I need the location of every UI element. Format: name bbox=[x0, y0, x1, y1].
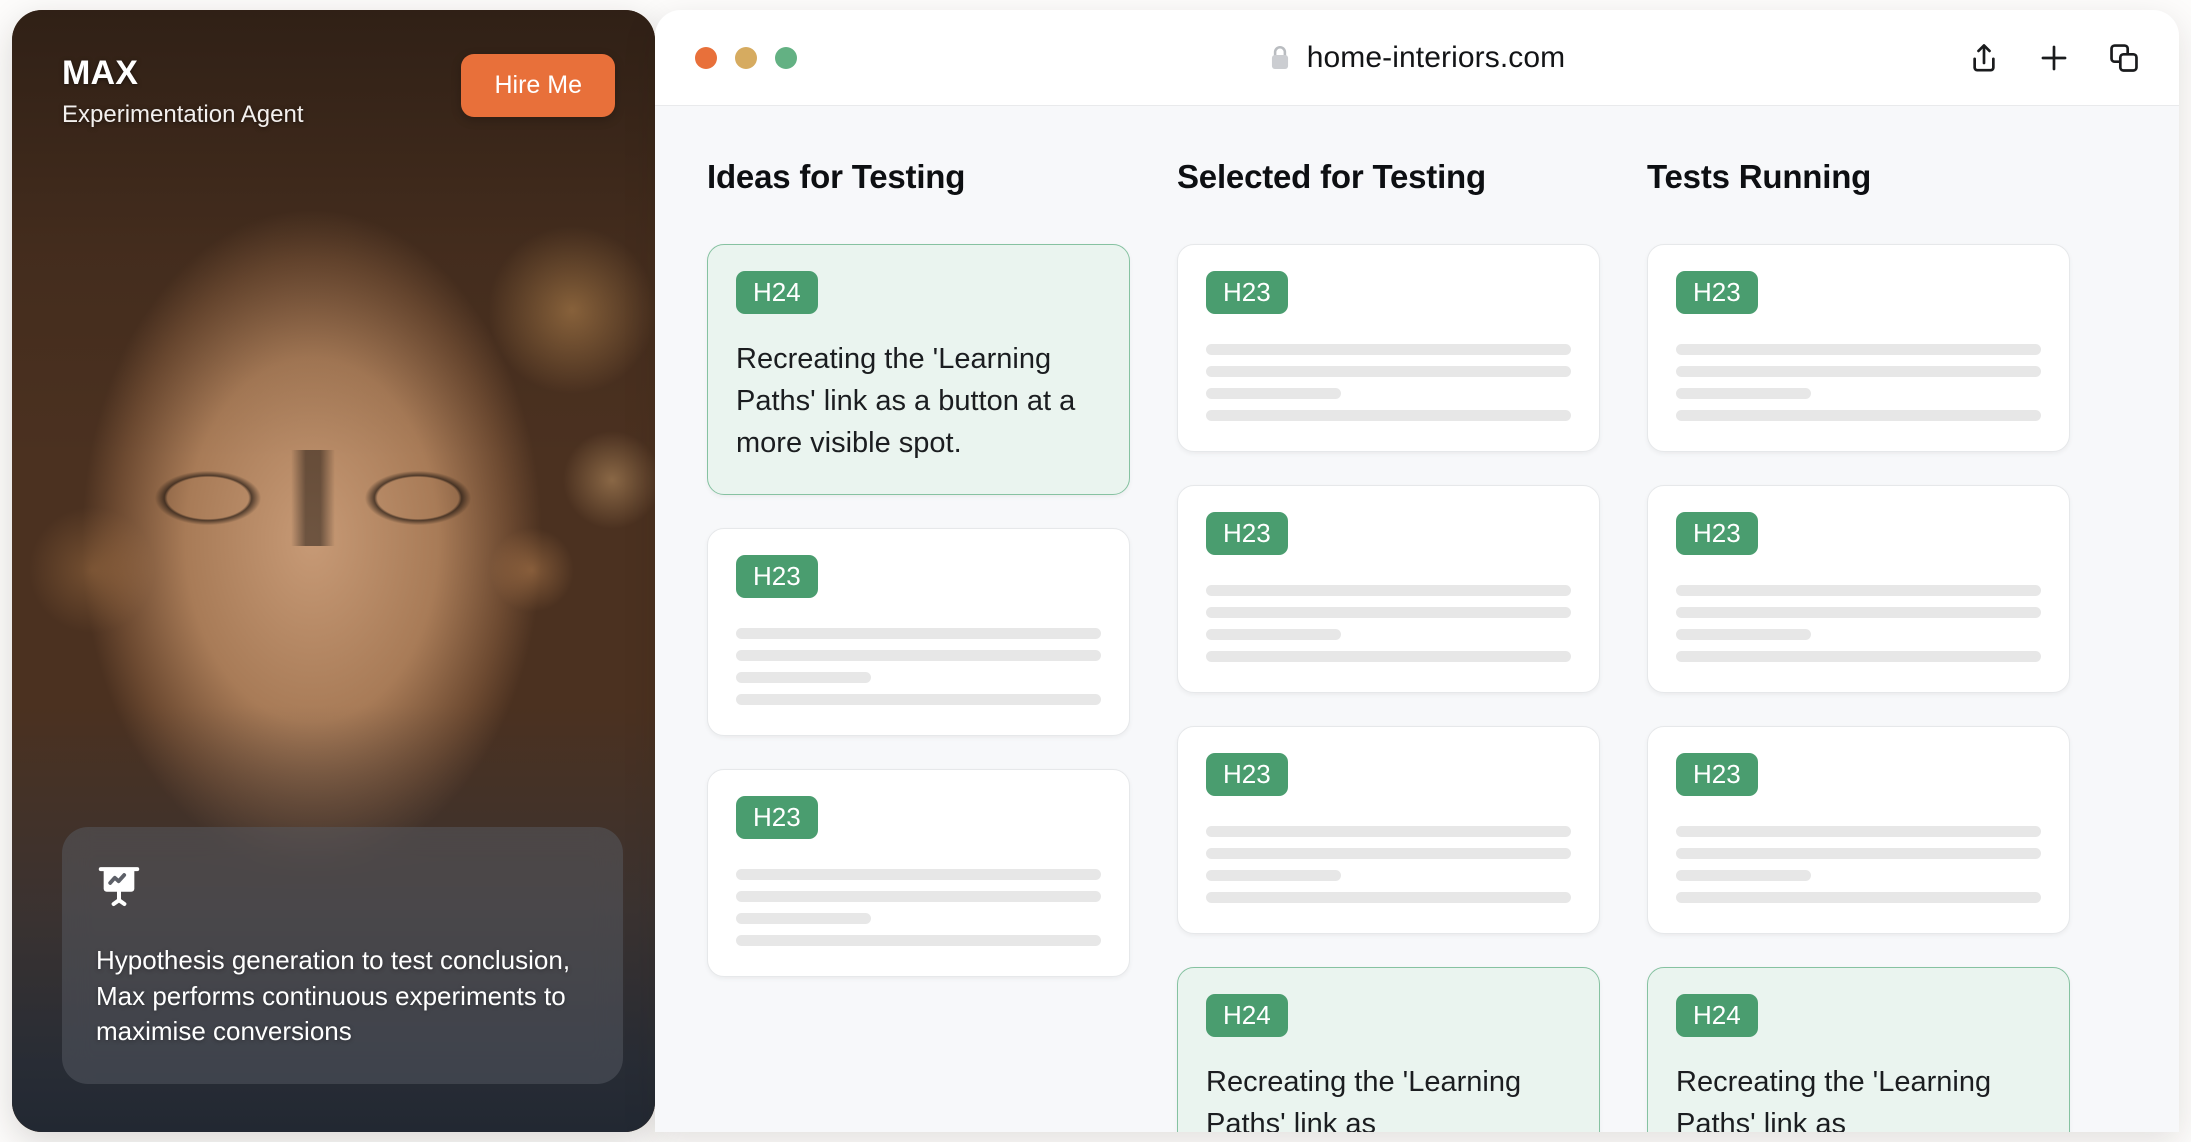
board-column-ideas-for-testing: Ideas for Testing H24 Recreating the 'Le… bbox=[707, 158, 1130, 1132]
column-title: Selected for Testing bbox=[1177, 158, 1486, 195]
hypothesis-badge: H24 bbox=[1676, 994, 1758, 1037]
card-text: Recreating the 'Learning Paths' link as … bbox=[736, 343, 1076, 460]
skeleton-line bbox=[736, 672, 872, 684]
agent-role: Experimentation Agent bbox=[62, 101, 304, 129]
hypothesis-badge: H23 bbox=[1676, 753, 1758, 796]
card-skeleton bbox=[1676, 826, 2041, 903]
skeleton-line bbox=[1206, 585, 1571, 596]
skeleton-line bbox=[1676, 629, 1812, 640]
hire-me-button[interactable]: Hire Me bbox=[461, 54, 615, 117]
board-card[interactable]: H23 bbox=[707, 769, 1130, 978]
hypothesis-badge: H23 bbox=[1206, 271, 1288, 314]
hypothesis-badge: H23 bbox=[1206, 753, 1288, 796]
skeleton-line bbox=[1676, 366, 2041, 377]
board-card[interactable]: H23 bbox=[1177, 726, 1600, 934]
skeleton-line bbox=[1676, 344, 2041, 355]
window-traffic-lights bbox=[695, 46, 797, 69]
skeleton-line bbox=[736, 869, 1101, 881]
toolbar-actions bbox=[1967, 41, 2141, 75]
skeleton-line bbox=[1206, 892, 1571, 903]
browser-toolbar: home-interiors.com bbox=[655, 10, 2179, 106]
skeleton-line bbox=[1206, 607, 1571, 618]
skeleton-line bbox=[736, 913, 872, 925]
board-card[interactable]: H23 bbox=[1647, 485, 2070, 693]
board-card[interactable]: H23 bbox=[1177, 244, 1600, 452]
card-skeleton bbox=[1206, 585, 1571, 662]
hypothesis-badge: H24 bbox=[1206, 994, 1288, 1037]
card-skeleton bbox=[1206, 344, 1571, 421]
board-card[interactable]: H23 bbox=[1647, 726, 2070, 934]
board-card[interactable]: H23 bbox=[707, 528, 1130, 737]
skeleton-line bbox=[1206, 826, 1571, 837]
hypothesis-badge: H23 bbox=[736, 796, 818, 840]
new-tab-plus-icon[interactable] bbox=[2037, 41, 2071, 75]
skeleton-line bbox=[1206, 651, 1571, 662]
hypothesis-badge: H23 bbox=[736, 555, 818, 599]
tab-overview-icon[interactable] bbox=[2107, 41, 2141, 75]
skeleton-line bbox=[1206, 870, 1342, 881]
agent-identity: MAX Experimentation Agent bbox=[62, 54, 304, 129]
skeleton-line bbox=[1676, 585, 2041, 596]
screenshot-root: MAX Experimentation Agent Hire Me Hypoth… bbox=[0, 0, 2191, 1142]
skeleton-line bbox=[736, 694, 1101, 706]
skeleton-line bbox=[1676, 410, 2041, 421]
close-window-button[interactable] bbox=[695, 46, 717, 69]
minimize-window-button[interactable] bbox=[735, 46, 757, 69]
card-skeleton bbox=[1676, 344, 2041, 421]
kanban-board: Ideas for Testing H24 Recreating the 'Le… bbox=[655, 106, 2179, 1132]
board-card[interactable]: H24 Recreating the 'Learning Paths' link… bbox=[1177, 967, 1600, 1132]
column-title: Tests Running bbox=[1647, 158, 1872, 195]
agent-caption-card: Hypothesis generation to test conclusion… bbox=[62, 827, 623, 1084]
hypothesis-badge: H23 bbox=[1206, 512, 1288, 555]
skeleton-line bbox=[1206, 410, 1571, 421]
lock-icon bbox=[1271, 46, 1288, 69]
skeleton-line bbox=[736, 628, 1101, 640]
card-skeleton bbox=[1676, 585, 2041, 662]
skeleton-line bbox=[1676, 388, 1812, 399]
share-icon[interactable] bbox=[1967, 41, 2001, 75]
skeleton-line bbox=[1206, 344, 1571, 355]
column-title: Ideas for Testing bbox=[707, 158, 966, 195]
skeleton-line bbox=[1676, 870, 1812, 881]
skeleton-line bbox=[1676, 826, 2041, 837]
hypothesis-badge: H23 bbox=[1676, 271, 1758, 314]
agent-name: MAX bbox=[62, 54, 139, 92]
card-skeleton bbox=[736, 628, 1101, 706]
skeleton-line bbox=[736, 935, 1101, 947]
card-text: Recreating the 'Learning Paths' link as bbox=[1206, 1066, 1522, 1132]
skeleton-line bbox=[1206, 366, 1571, 377]
card-skeleton bbox=[1206, 826, 1571, 903]
skeleton-line bbox=[1676, 651, 2041, 662]
board-card[interactable]: H24 Recreating the 'Learning Paths' link… bbox=[707, 244, 1130, 496]
hypothesis-badge: H23 bbox=[1676, 512, 1758, 555]
skeleton-line bbox=[736, 650, 1101, 662]
board-column-selected-for-testing: Selected for Testing H23 H23 H23 H24 Rec… bbox=[1177, 158, 1600, 1132]
board-column-tests-running: Tests Running H23 H23 H23 H24 Recreating… bbox=[1647, 158, 2070, 1132]
board-card[interactable]: H23 bbox=[1177, 485, 1600, 693]
url-text: home-interiors.com bbox=[1306, 40, 1566, 74]
skeleton-line bbox=[1206, 388, 1342, 399]
board-card[interactable]: H23 bbox=[1647, 244, 2070, 452]
skeleton-line bbox=[1206, 629, 1342, 640]
address-bar[interactable]: home-interiors.com bbox=[655, 10, 2179, 105]
agent-header: MAX Experimentation Agent Hire Me bbox=[62, 54, 615, 129]
skeleton-line bbox=[1676, 892, 2041, 903]
board-card[interactable]: H24 Recreating the 'Learning Paths' link… bbox=[1647, 967, 2070, 1132]
presentation-chart-icon bbox=[98, 867, 140, 907]
skeleton-line bbox=[1206, 848, 1571, 859]
hypothesis-badge: H24 bbox=[736, 271, 818, 314]
card-text: Recreating the 'Learning Paths' link as bbox=[1676, 1066, 1992, 1132]
skeleton-line bbox=[1676, 607, 2041, 618]
card-skeleton bbox=[736, 869, 1101, 947]
agent-profile-panel: MAX Experimentation Agent Hire Me Hypoth… bbox=[12, 10, 655, 1132]
browser-window: home-interiors.com Ideas for Testing H24… bbox=[655, 10, 2179, 1132]
agent-caption-text: Hypothesis generation to test conclusion… bbox=[96, 945, 571, 1047]
maximize-window-button[interactable] bbox=[775, 46, 797, 69]
skeleton-line bbox=[1676, 848, 2041, 859]
skeleton-line bbox=[736, 891, 1101, 903]
